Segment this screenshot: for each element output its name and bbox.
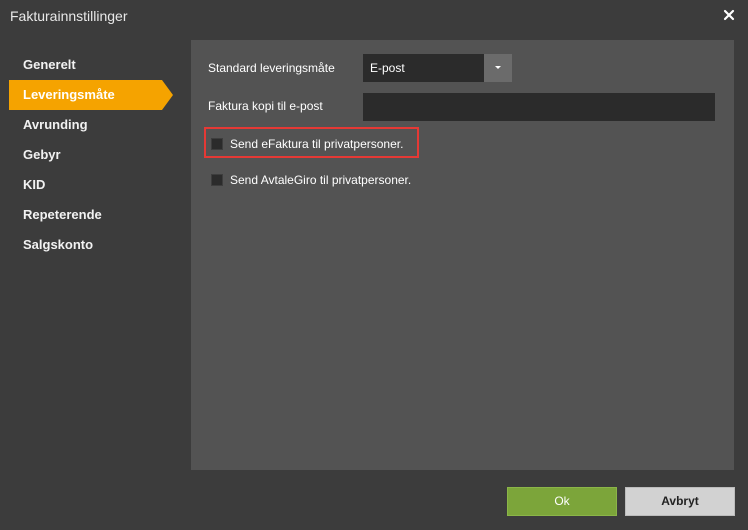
chevron-down-icon[interactable]: [484, 54, 512, 82]
copy-email-input[interactable]: [363, 93, 715, 121]
sidebar-item-label: Avrunding: [23, 117, 88, 132]
sidebar-item-repeterende[interactable]: Repeterende: [0, 200, 190, 230]
sidebar-item-label: Generelt: [23, 57, 76, 72]
sidebar-item-leveringsmate[interactable]: Leveringsmåte: [0, 80, 190, 110]
avtalegiro-checkbox[interactable]: [211, 174, 223, 186]
sidebar-item-salgskonto[interactable]: Salgskonto: [0, 230, 190, 260]
settings-sidebar: Generelt Leveringsmåte Avrunding Gebyr K…: [0, 50, 190, 260]
sidebar-item-label: Gebyr: [23, 147, 61, 162]
dialog-titlebar: Fakturainnstillinger: [0, 0, 748, 34]
cancel-button[interactable]: Avbryt: [625, 487, 735, 516]
efaktura-checkbox[interactable]: [211, 138, 223, 150]
delivery-method-value: E-post: [370, 61, 405, 75]
avtalegiro-label: Send AvtaleGiro til privatpersoner.: [230, 173, 412, 187]
sidebar-item-avrunding[interactable]: Avrunding: [0, 110, 190, 140]
sidebar-item-gebyr[interactable]: Gebyr: [0, 140, 190, 170]
close-icon[interactable]: [722, 8, 736, 22]
copy-email-label: Faktura kopi til e-post: [208, 99, 323, 113]
sidebar-item-kid[interactable]: KID: [0, 170, 190, 200]
sidebar-item-label: Leveringsmåte: [23, 87, 115, 102]
sidebar-item-label: KID: [23, 177, 46, 192]
settings-panel: Standard leveringsmåte E-post Faktura ko…: [191, 40, 734, 470]
dialog-title: Fakturainnstillinger: [10, 8, 128, 24]
delivery-method-label: Standard leveringsmåte: [208, 61, 335, 75]
delivery-method-select[interactable]: E-post: [363, 54, 512, 82]
sidebar-item-label: Repeterende: [23, 207, 102, 222]
efaktura-label: Send eFaktura til privatpersoner.: [230, 137, 404, 151]
sidebar-item-label: Salgskonto: [23, 237, 94, 252]
sidebar-item-generelt[interactable]: Generelt: [0, 50, 190, 80]
ok-button[interactable]: Ok: [507, 487, 617, 516]
